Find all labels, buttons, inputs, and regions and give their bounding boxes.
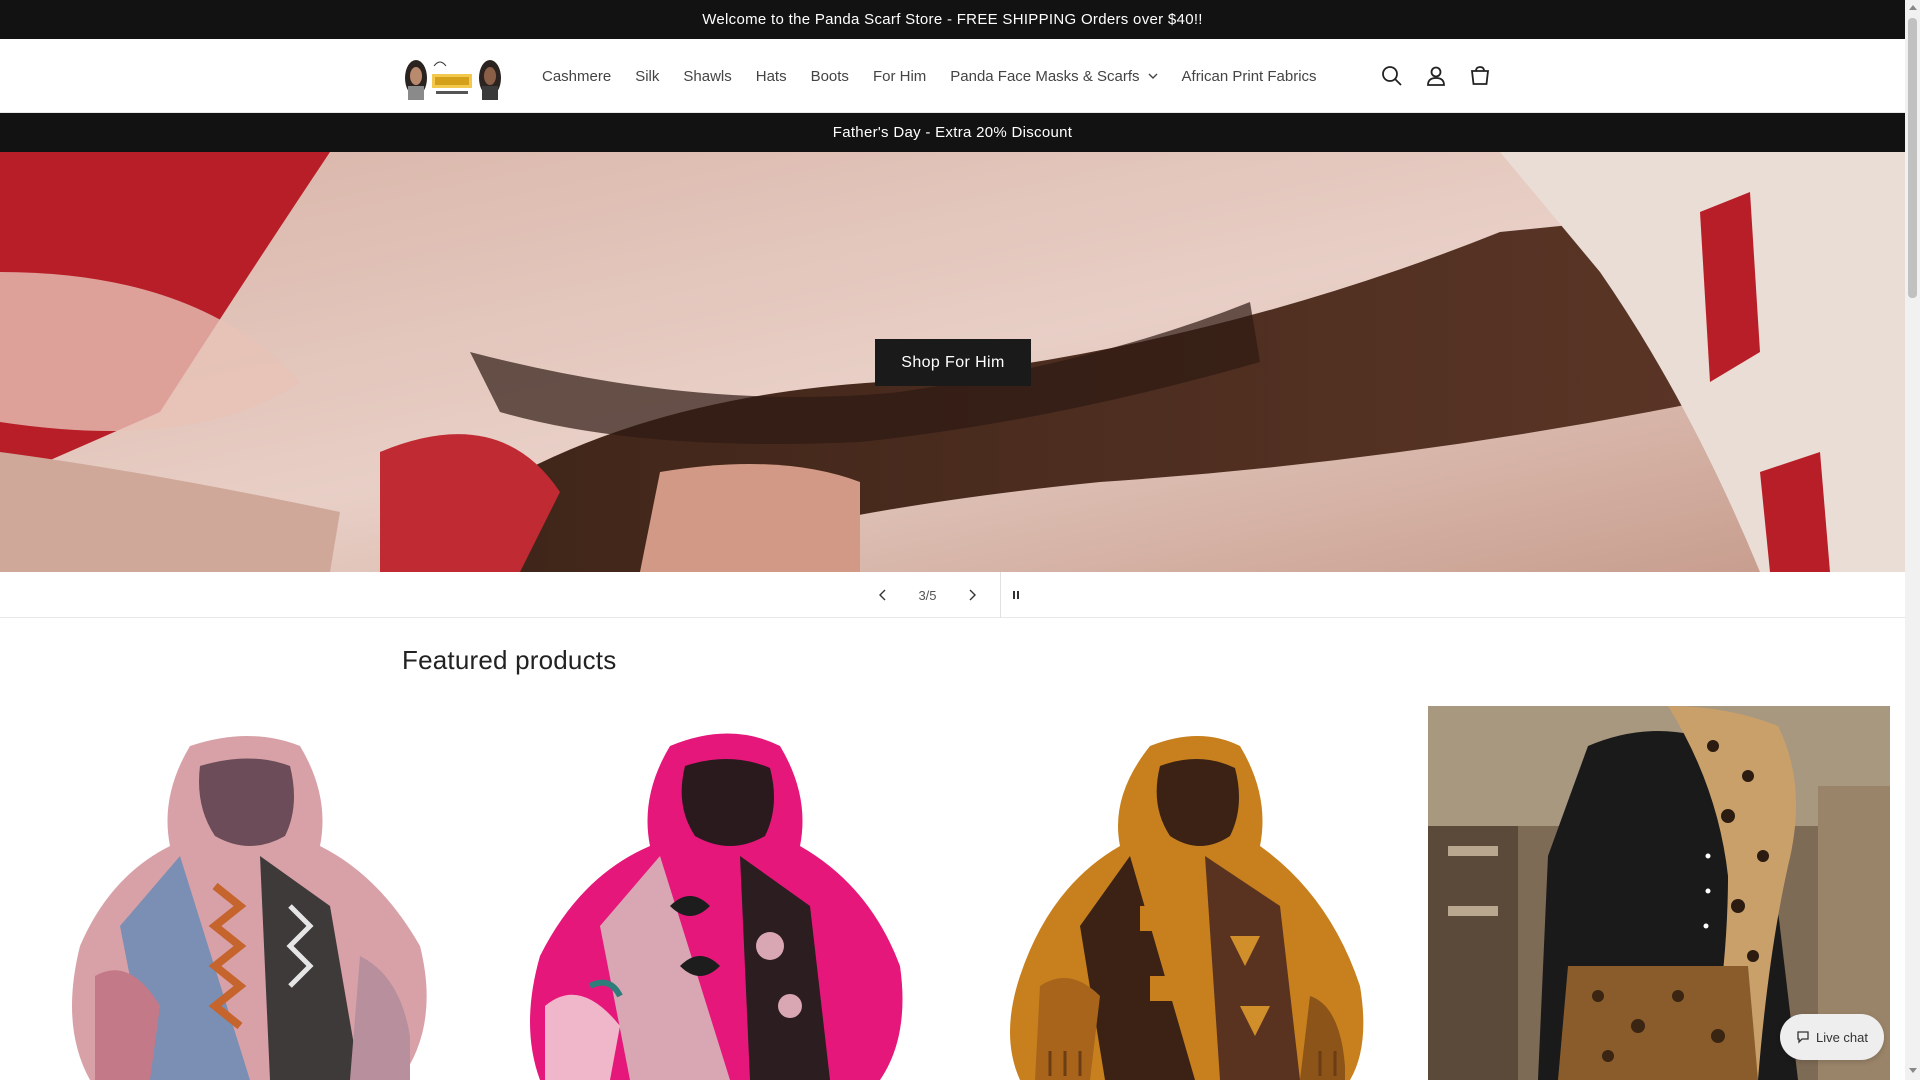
product-card[interactable] (470, 706, 940, 1080)
nav-item-boots[interactable]: Boots (799, 68, 861, 85)
promo-text: Father's Day - Extra 20% Discount (832, 124, 1073, 141)
account-icon[interactable] (1424, 59, 1448, 93)
site-header: Cashmere Silk Shawls Hats Boots For Him … (0, 39, 1905, 113)
chevron-down-icon (1148, 73, 1158, 79)
nav-item-silk[interactable]: Silk (623, 68, 671, 85)
hero-slideshow: Shop For Him (0, 152, 1905, 572)
header-actions (1380, 59, 1492, 93)
scroll-up-icon[interactable] (1908, 2, 1917, 12)
store-logo[interactable] (402, 52, 504, 102)
featured-products-grid (0, 706, 1905, 1080)
pause-icon (1013, 591, 1019, 599)
chat-bubble-icon (1797, 1031, 1809, 1044)
nav-item-african-print-fabrics[interactable]: African Print Fabrics (1170, 68, 1329, 85)
promo-bar: Father's Day - Extra 20% Discount (0, 113, 1905, 152)
chevron-left-icon (879, 589, 886, 601)
scroll-down-icon[interactable] (1908, 1066, 1917, 1076)
featured-products-heading: Featured products (402, 645, 617, 675)
slideshow-controls: 3/5 (0, 572, 1905, 618)
nav-item-shawls[interactable]: Shawls (671, 68, 743, 85)
scrollbar-thumb[interactable] (1908, 18, 1917, 298)
announcement-text: Welcome to the Panda Scarf Store - FREE … (702, 11, 1203, 28)
cart-icon[interactable] (1468, 59, 1492, 93)
product-image (470, 706, 940, 1080)
nav-item-for-him[interactable]: For Him (861, 68, 938, 85)
product-image (0, 706, 470, 1080)
next-slide-button[interactable] (957, 572, 987, 618)
live-chat-button[interactable]: Live chat (1780, 1014, 1884, 1060)
pause-slideshow-button[interactable] (1001, 572, 1031, 618)
slide-counter: 3/5 (918, 587, 937, 603)
nav-item-hats[interactable]: Hats (744, 68, 799, 85)
page-scrollbar[interactable] (1905, 0, 1920, 1080)
announcement-bar: Welcome to the Panda Scarf Store - FREE … (0, 0, 1905, 39)
product-image (940, 706, 1410, 1080)
nav-item-cashmere[interactable]: Cashmere (530, 68, 623, 85)
main-navigation: Cashmere Silk Shawls Hats Boots For Him … (530, 39, 1329, 113)
nav-item-panda-face-masks[interactable]: Panda Face Masks & Scarfs (938, 68, 1169, 85)
search-icon[interactable] (1380, 59, 1404, 93)
live-chat-label: Live chat (1815, 1029, 1869, 1045)
product-card[interactable] (940, 706, 1410, 1080)
product-card[interactable] (0, 706, 470, 1080)
previous-slide-button[interactable] (868, 572, 898, 618)
chevron-right-icon (969, 589, 976, 601)
shop-for-him-button[interactable]: Shop For Him (875, 339, 1031, 386)
